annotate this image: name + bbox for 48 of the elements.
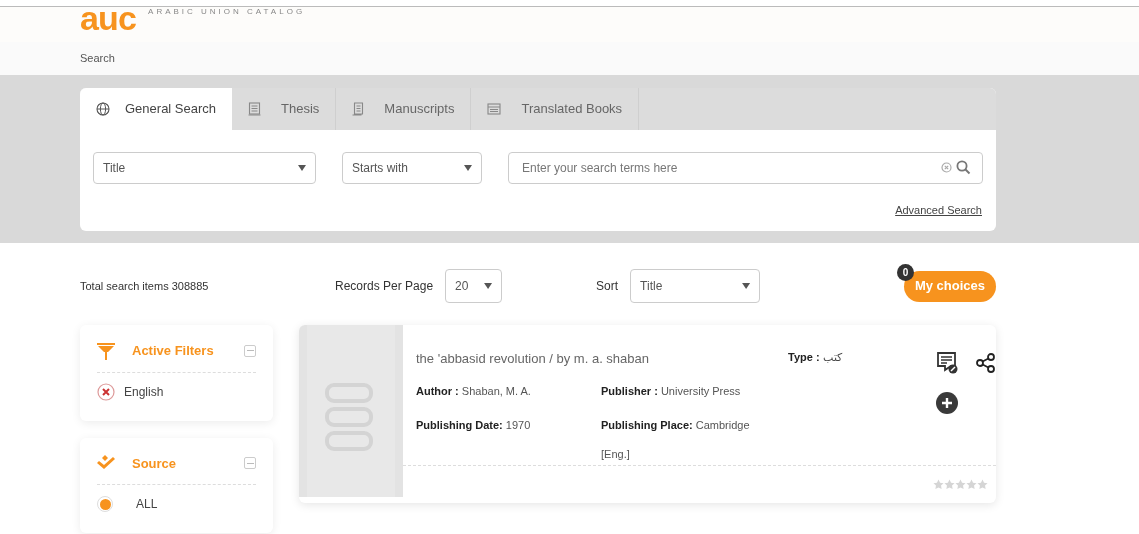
filter-label: ALL: [136, 496, 158, 513]
result-title[interactable]: the 'abbasid revolution / by m. a. shaban: [416, 349, 788, 369]
caret-icon: [298, 165, 306, 171]
sort-select[interactable]: Title: [630, 269, 761, 303]
clear-icon[interactable]: [941, 162, 952, 173]
records-select[interactable]: 20: [445, 269, 503, 303]
total-count: Total search items 308885: [80, 278, 210, 294]
count-badge: 0: [896, 263, 914, 281]
book-icon: [487, 103, 502, 115]
star-icon[interactable]: [944, 479, 955, 490]
logo: auc: [80, 7, 137, 31]
caret-icon: [464, 165, 472, 171]
field-text: Author : Shaban, M. A.: [416, 383, 532, 399]
collapse-icon[interactable]: [244, 344, 256, 357]
search-field[interactable]: Enter your search terms here: [508, 152, 983, 184]
tagline: ARABIC UNION CATALOG: [148, 7, 306, 18]
add-icon[interactable]: [936, 392, 958, 414]
funnel-icon: [97, 341, 115, 360]
filter-label: English: [124, 383, 164, 401]
advanced-search-link[interactable]: Advanced Search: [895, 202, 982, 219]
star-icon[interactable]: [966, 479, 977, 490]
star-icon[interactable]: [955, 479, 966, 490]
globe-icon: [96, 102, 110, 116]
tab[interactable]: General Search: [80, 88, 233, 130]
star-icon[interactable]: [977, 479, 988, 490]
field-text: Publishing Place: Cambridge: [601, 418, 751, 433]
breadcrumb[interactable]: Search: [80, 50, 115, 67]
caret-icon: [484, 283, 493, 289]
layers-icon: [97, 455, 115, 472]
sort-label: Sort: [596, 278, 619, 295]
card-title: Source: [132, 454, 178, 473]
match-select[interactable]: Starts with: [342, 152, 482, 184]
collapse-icon[interactable]: [244, 457, 256, 470]
share-icon[interactable]: [976, 353, 996, 373]
caret-icon: [742, 283, 751, 289]
document-icon: [248, 102, 262, 116]
language-note: [Eng.]: [601, 446, 631, 462]
field-select[interactable]: Title: [93, 152, 316, 184]
review-icon[interactable]: [936, 352, 958, 374]
field-text: Publisher : University Press: [601, 383, 742, 399]
field-text: Publishing Date: 1970: [416, 418, 532, 433]
records-label: Records Per Page: [335, 278, 434, 295]
card-title: Active Filters: [132, 342, 215, 360]
star-icon[interactable]: [933, 479, 944, 490]
star-rating[interactable]: [933, 479, 988, 490]
remove-icon[interactable]: [97, 382, 115, 401]
search-icon[interactable]: [956, 160, 971, 175]
scroll-icon: [352, 102, 365, 116]
